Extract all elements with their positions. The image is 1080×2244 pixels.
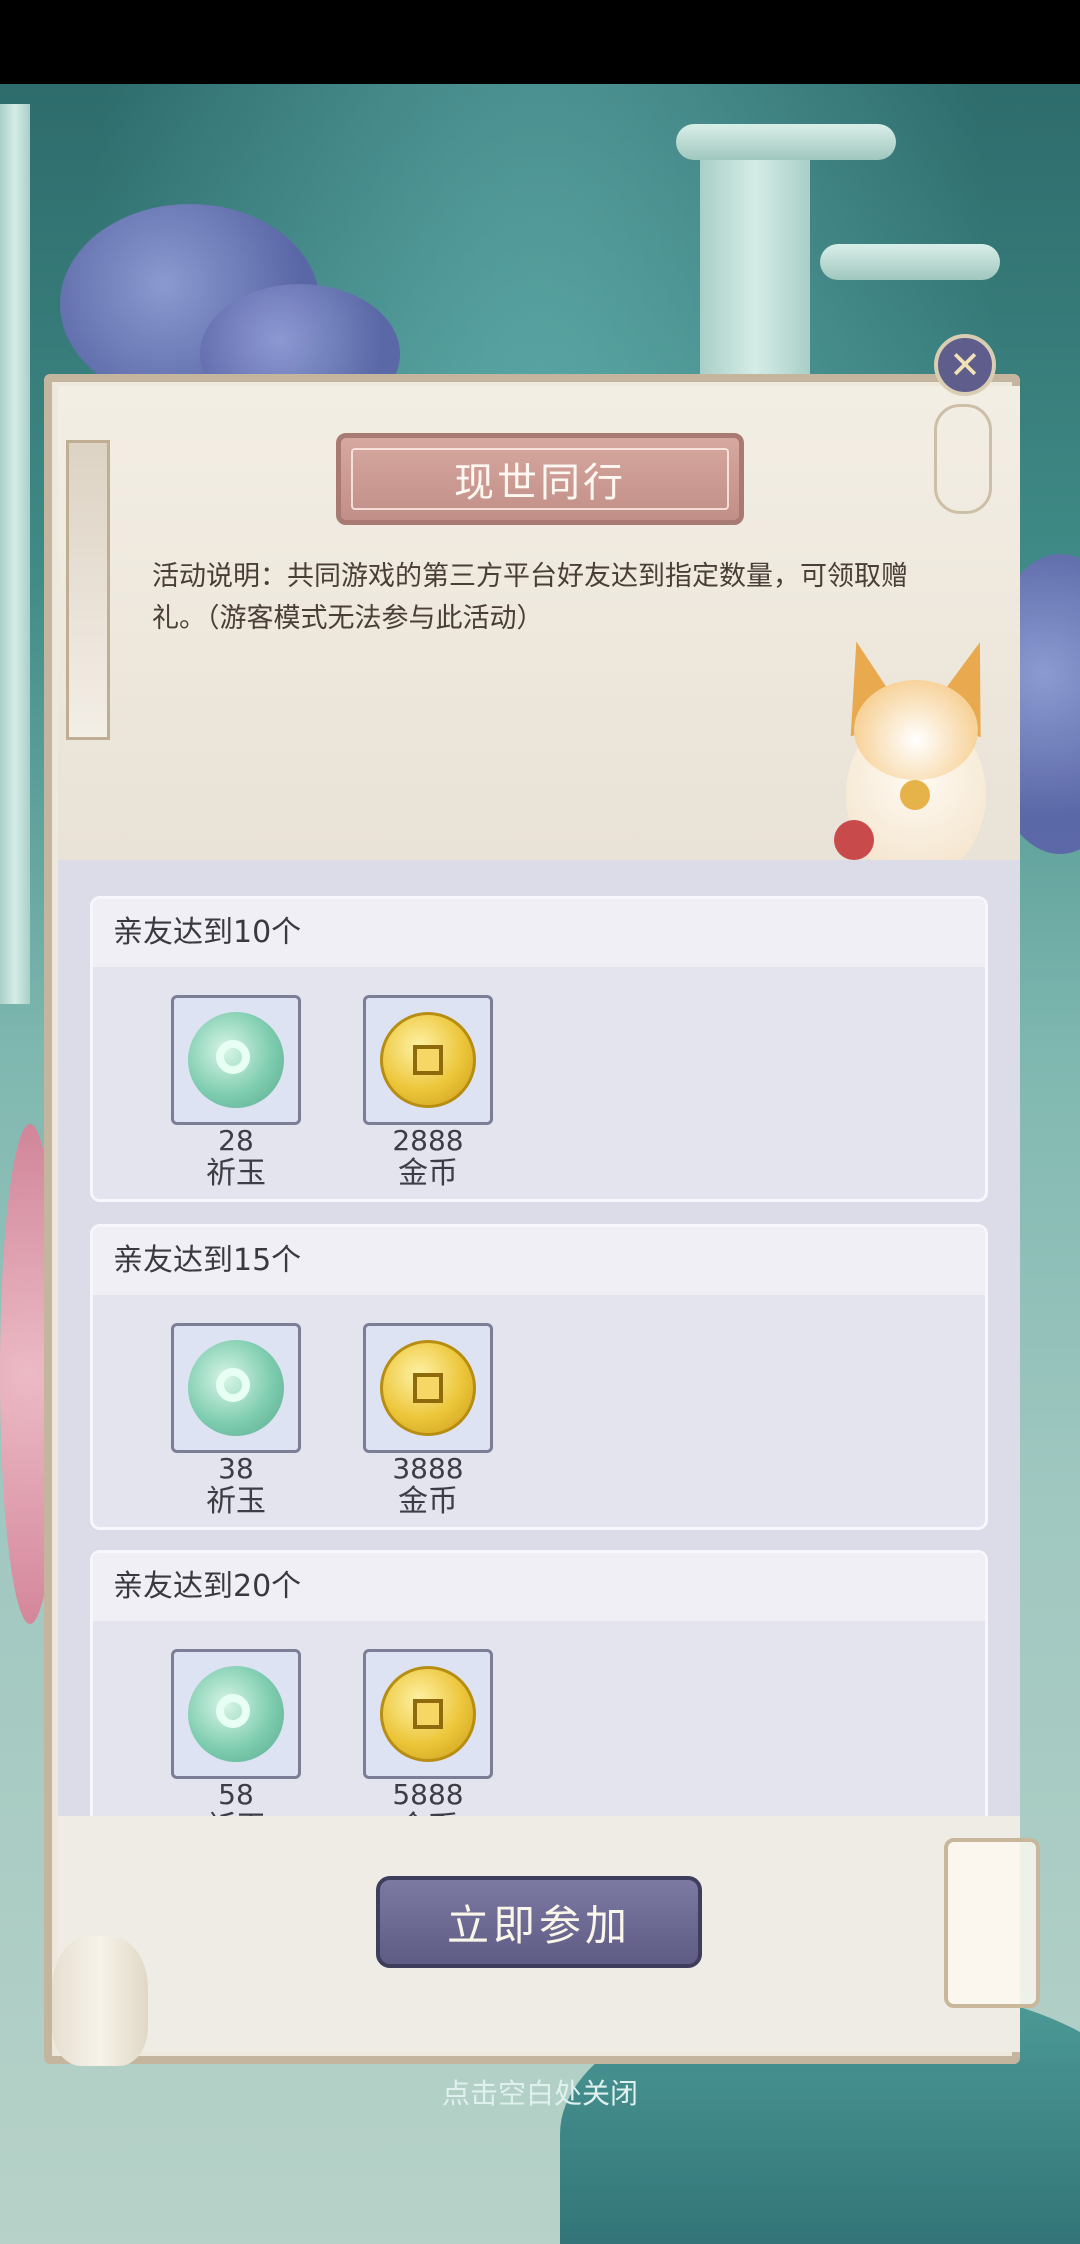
reward-item-gold[interactable]	[363, 1323, 493, 1453]
jade-icon	[188, 1666, 284, 1762]
item-count: 3888	[392, 1452, 464, 1485]
pillar-decoration	[0, 104, 30, 1004]
fox-mascot	[826, 632, 1009, 890]
reward-condition: 亲友达到10个	[113, 915, 302, 950]
reward-item-jade[interactable]	[171, 1323, 301, 1453]
page-title: 现世同行	[454, 460, 626, 506]
item-count: 2888	[392, 1124, 464, 1157]
gold-coin-icon	[380, 1340, 476, 1436]
vase-decoration	[52, 1936, 148, 2066]
item-count: 38	[218, 1452, 254, 1485]
item-count: 28	[218, 1124, 254, 1157]
jade-icon	[188, 1340, 284, 1436]
reward-tier-card: 亲友达到20个 58 祈玉 5888 金币	[90, 1550, 988, 1816]
reward-item-jade[interactable]	[171, 995, 301, 1125]
close-icon: ✕	[949, 343, 981, 387]
reward-item-jade[interactable]	[171, 1649, 301, 1779]
lantern-decoration	[944, 1838, 1040, 2008]
close-button[interactable]: ✕	[934, 334, 996, 396]
item-name: 祈玉	[206, 1156, 266, 1191]
reward-tier-card: 亲友达到10个 28 祈玉 2888 金币	[90, 896, 988, 1202]
gold-coin-icon	[380, 1012, 476, 1108]
lantern-decoration	[934, 404, 992, 514]
jade-icon	[188, 1012, 284, 1108]
item-name: 金币	[398, 1156, 458, 1191]
item-count: 5888	[392, 1778, 464, 1811]
item-name: 祈玉	[206, 1484, 266, 1519]
reward-item-gold[interactable]	[363, 1649, 493, 1779]
reward-list[interactable]: 亲友达到10个 28 祈玉 2888 金币 亲友达到15个 38 祈玉 3888…	[58, 860, 1020, 1816]
tap-to-close-hint[interactable]: 点击空白处关闭	[0, 2072, 1080, 2112]
gold-coin-icon	[380, 1666, 476, 1762]
scroll-lantern-decoration	[66, 440, 110, 740]
reward-condition: 亲友达到20个	[113, 1569, 302, 1604]
reward-item-gold[interactable]	[363, 995, 493, 1125]
status-bar	[0, 0, 1080, 84]
scroll-decoration	[676, 124, 896, 160]
event-description: 活动说明：共同游戏的第三方平台好友达到指定数量，可领取赠礼。（游客模式无法参与此…	[152, 561, 908, 634]
reward-tier-card: 亲友达到15个 38 祈玉 3888 金币	[90, 1224, 988, 1530]
reward-condition: 亲友达到15个	[113, 1243, 302, 1278]
item-name: 金币	[398, 1484, 458, 1519]
join-now-button[interactable]: 立即参加	[376, 1876, 702, 1968]
scroll-decoration	[820, 244, 1000, 280]
title-plate: 现世同行	[336, 433, 744, 525]
item-count: 58	[218, 1778, 254, 1811]
